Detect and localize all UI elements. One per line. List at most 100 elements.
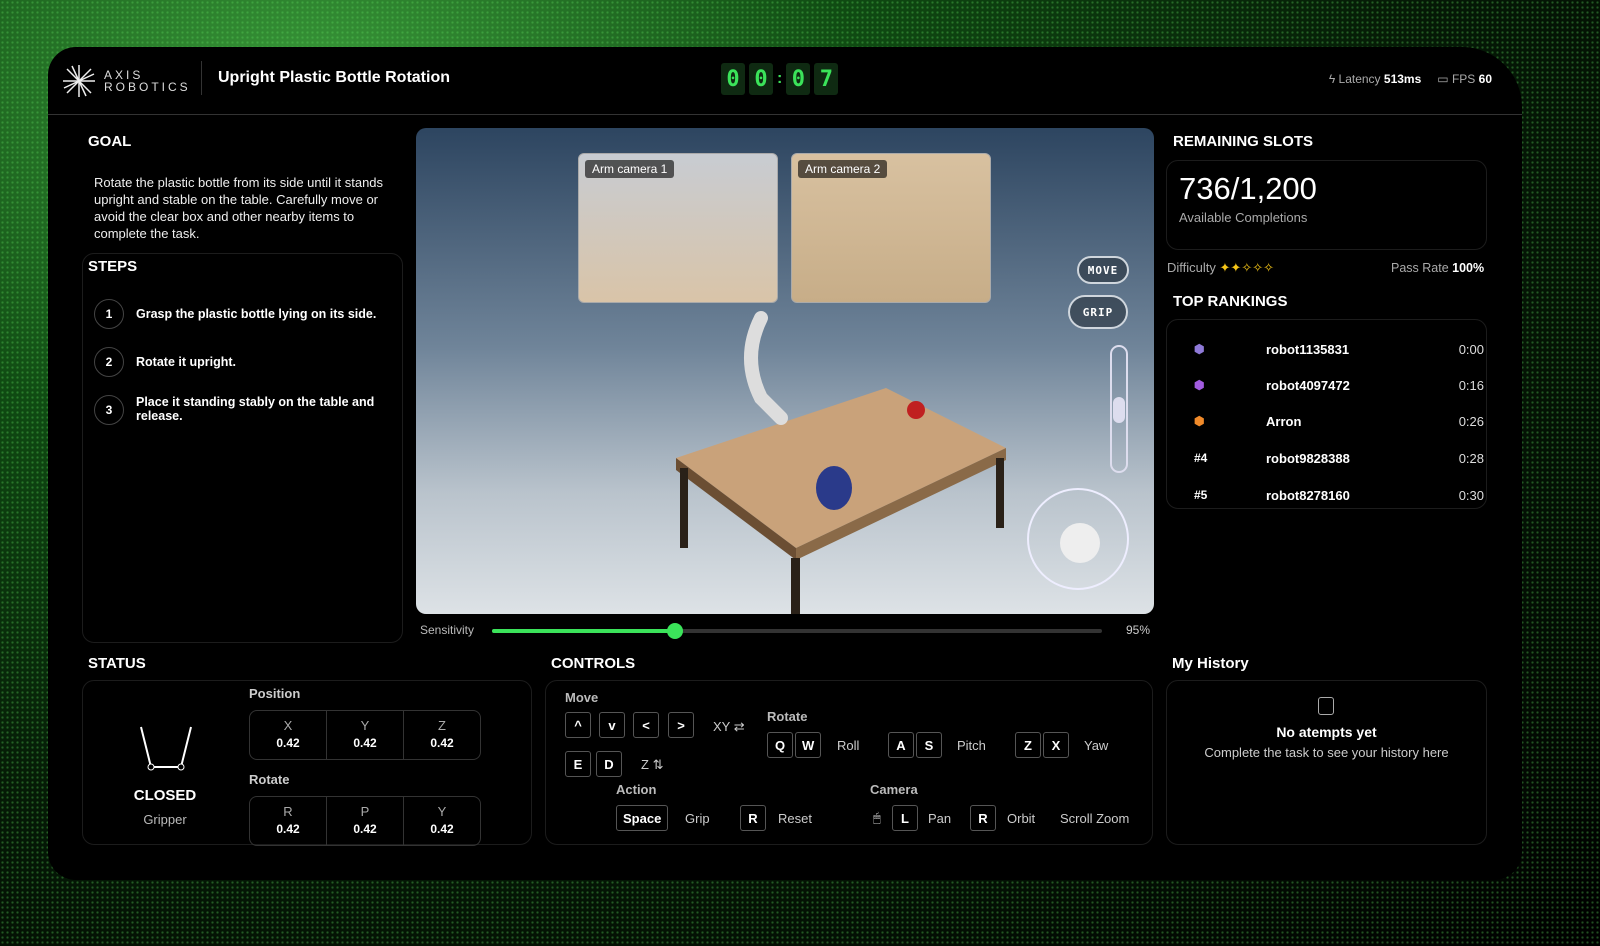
joystick-thumb[interactable]: [1060, 523, 1100, 563]
xy-text: XY: [713, 719, 731, 734]
arm-camera-2: Arm camera 2: [791, 153, 991, 303]
task-title: Upright Plastic Bottle Rotation: [218, 69, 450, 86]
key-x[interactable]: X: [1043, 732, 1069, 758]
step-item: 1 Grasp the plastic bottle lying on its s…: [94, 299, 394, 329]
step-number: 2: [94, 347, 124, 377]
key-down[interactable]: v: [599, 712, 625, 738]
action-label: Action: [616, 782, 657, 797]
key-r-orbit[interactable]: R: [970, 805, 996, 831]
mouse-icon: 🖱: [873, 810, 881, 825]
brand-line2: ROBOTICS: [104, 80, 191, 94]
orange-medal-icon: ⬢: [1194, 414, 1205, 428]
vertical-slider[interactable]: [1110, 345, 1128, 473]
star-icon: ✧: [1252, 260, 1264, 275]
ranking-name: robot9828388: [1266, 451, 1350, 466]
history-empty-text: Complete the task to see your history he…: [1204, 745, 1449, 760]
timer-digit: 0: [749, 63, 773, 95]
key-w[interactable]: W: [795, 732, 822, 758]
pos-z: Z 0.42: [404, 711, 480, 759]
key-a[interactable]: A: [888, 732, 914, 758]
rot-p: P 0.42: [327, 797, 404, 845]
move-label: Move: [565, 690, 599, 705]
fps-label: FPS: [1451, 72, 1476, 86]
key-e[interactable]: E: [565, 751, 591, 777]
key-right[interactable]: >: [668, 712, 694, 738]
swap-arrows-icon: ⇄: [733, 719, 745, 734]
violet-medal-icon: ⬢: [1194, 378, 1205, 392]
rotate-controls-label: Rotate: [767, 709, 808, 724]
move-mode-button[interactable]: MOVE: [1077, 256, 1129, 284]
rotate-label: Rotate: [249, 772, 290, 787]
ranking-position: #4: [1194, 451, 1208, 465]
sensitivity-label: Sensitivity: [420, 623, 475, 637]
latency: ϟ Latency 513ms: [1329, 72, 1421, 86]
difficulty: Difficulty ✦✦✧✧✧: [1167, 260, 1274, 276]
starburst-logo-icon: [63, 65, 95, 97]
key-up[interactable]: ^: [565, 712, 591, 738]
z-text: Z: [641, 757, 649, 772]
top-rankings-title: TOP RANKINGS: [1173, 293, 1288, 310]
fps-value: 60: [1478, 72, 1492, 86]
pitch-label: Pitch: [957, 738, 986, 753]
key-d[interactable]: D: [596, 751, 622, 777]
lightning-icon: ϟ: [1328, 72, 1336, 86]
latency-label: Latency: [1338, 72, 1381, 86]
ranking-row: #4 robot9828388 0:28: [1194, 451, 1484, 466]
monitor-icon: ▭: [1437, 72, 1449, 86]
step-text: Rotate it upright.: [136, 355, 236, 369]
history-empty-title: No atempts yet: [1276, 724, 1377, 740]
pos-x: X 0.42: [250, 711, 327, 759]
axis-value: 0.42: [276, 736, 300, 750]
z-label: Z ⇅: [641, 757, 663, 773]
star-icon: ✦: [1219, 260, 1231, 275]
rot-y: Y 0.42: [404, 797, 480, 845]
pass-rate-value: 100%: [1452, 261, 1485, 275]
step-number: 3: [94, 395, 124, 425]
key-left[interactable]: <: [633, 712, 659, 738]
sensitivity-fill: [492, 629, 675, 633]
reset-label: Reset: [778, 811, 812, 826]
vertical-slider-thumb[interactable]: [1113, 397, 1125, 423]
goal-title: GOAL: [88, 133, 132, 150]
axis-label: Z: [438, 718, 446, 733]
key-l[interactable]: L: [892, 805, 918, 831]
document-icon: [1318, 697, 1334, 715]
yaw-label: Yaw: [1084, 738, 1109, 753]
star-icon: ✦: [1230, 260, 1242, 275]
key-q[interactable]: Q: [767, 732, 793, 758]
purple-medal-icon: ⬢: [1194, 342, 1205, 356]
history-title: My History: [1172, 655, 1249, 672]
key-space[interactable]: Space: [616, 805, 669, 831]
sensitivity-slider[interactable]: [492, 623, 1102, 639]
axis-label: R: [283, 804, 293, 819]
gripper-state: CLOSED: [133, 787, 197, 804]
axis-label: Y: [437, 804, 447, 819]
pass-rate-label: Pass Rate: [1391, 261, 1449, 275]
difficulty-stars: ✦✦✧✧✧: [1220, 260, 1275, 275]
joystick[interactable]: [1027, 488, 1129, 590]
ranking-position: #5: [1194, 488, 1208, 502]
grip-mode-button[interactable]: GRIP: [1068, 295, 1128, 329]
camera-label: Camera: [870, 782, 918, 797]
key-r-reset[interactable]: R: [740, 805, 766, 831]
app-window: AXIS ROBOTICS Upright Plastic Bottle Rota…: [48, 47, 1522, 880]
gripper-closed-icon: [140, 726, 192, 771]
step-number: 1: [94, 299, 124, 329]
rot-r: R 0.42: [250, 797, 327, 845]
timer: 0 0 : 0 7: [721, 63, 839, 95]
axis-label: X: [283, 718, 293, 733]
sensitivity-value: 95%: [1126, 623, 1151, 637]
timer-digit: 0: [721, 63, 745, 95]
star-icon: ✧: [1263, 260, 1275, 275]
step-item: 2 Rotate it upright.: [94, 347, 394, 377]
sensitivity-thumb[interactable]: [667, 623, 683, 639]
ranking-time: 0:30: [1458, 488, 1484, 503]
key-s[interactable]: S: [916, 732, 942, 758]
goal-text: Rotate the plastic bottle from its side …: [94, 175, 384, 241]
scroll-zoom-label: Scroll Zoom: [1060, 811, 1130, 826]
simulation-viewport[interactable]: Arm camera 1 Arm camera 2 MOVE GRIP: [416, 128, 1154, 614]
ranking-row: ⬢ robot4097472 0:16: [1194, 378, 1484, 393]
key-z[interactable]: Z: [1015, 732, 1041, 758]
slots-value: 736/1,200: [1179, 171, 1317, 206]
step-text: Place it standing stably on the table an…: [136, 395, 375, 423]
